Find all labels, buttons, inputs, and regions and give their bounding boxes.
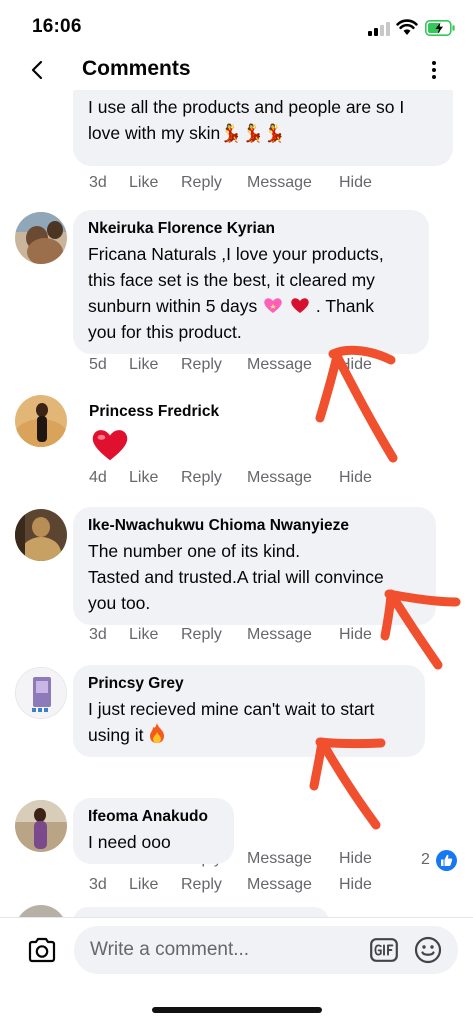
comment-item-partial [0, 905, 473, 917]
comment-item: I use all the products and people are so… [0, 90, 473, 200]
red-heart-emoji [291, 298, 309, 313]
comment-input-wrapper[interactable] [74, 926, 458, 974]
large-red-heart-emoji [92, 430, 128, 461]
like-button[interactable]: Like [129, 469, 158, 487]
status-time: 16:06 [32, 16, 82, 37]
hide-button[interactable]: Hide [339, 469, 372, 487]
comment-time: 3d [89, 876, 107, 893]
like-button[interactable]: Like [129, 356, 158, 374]
comment-time: 5d [89, 356, 107, 373]
comment-bubble-plain: Princess Fredrick [73, 393, 233, 473]
avatar-photo [15, 800, 67, 852]
hide-button[interactable]: Hide [339, 876, 372, 894]
sparkling-heart-emoji [264, 298, 282, 313]
comment-time: 3d [89, 626, 107, 643]
avatar[interactable] [15, 212, 67, 264]
message-button[interactable]: Message [247, 626, 312, 644]
avatar[interactable] [15, 395, 67, 447]
comment-bubble: Ifeoma Anakudo I need ooo [73, 798, 234, 864]
reply-button[interactable]: Reply [181, 469, 222, 487]
page-title: Comments [82, 57, 191, 80]
message-button[interactable]: Message [247, 469, 312, 487]
like-button[interactable]: Like [129, 626, 158, 644]
comment-author[interactable]: Princess Fredrick [89, 402, 219, 422]
reply-button[interactable]: Reply [181, 626, 222, 644]
comments-list[interactable]: I use all the products and people are so… [0, 90, 473, 917]
more-options-icon[interactable] [424, 58, 444, 82]
avatar-photo [15, 905, 67, 917]
comment-text: Fricana Naturals ,I love your products, … [88, 241, 415, 345]
comment-item: Princsy Grey I just recieved mine can't … [0, 665, 473, 871]
reply-button[interactable]: Reply [181, 356, 222, 374]
comment-text: I just recieved mine can't wait to start… [88, 696, 411, 748]
battery-charging-icon [425, 20, 455, 36]
comment-bubble [73, 907, 329, 917]
hide-button[interactable]: Hide [339, 356, 372, 374]
comment-time: 3d [89, 174, 107, 191]
avatar-photo [16, 668, 66, 718]
comment-item: Ifeoma Anakudo I need ooo 3d Like Reply … [0, 798, 473, 898]
comment-item: Nkeiruka Florence Kyrian Fricana Natural… [0, 210, 473, 380]
comment-time: 4d [89, 469, 107, 486]
wifi-icon [396, 19, 418, 35]
avatar-photo [15, 395, 67, 447]
like-button[interactable]: Like [129, 174, 158, 192]
comment-author[interactable]: Princsy Grey [88, 674, 411, 694]
comment-text: The number one of its kind. Tasted and t… [88, 541, 384, 613]
hide-button[interactable]: Hide [339, 174, 372, 192]
app-header: Comments [0, 50, 473, 90]
avatar[interactable] [15, 509, 67, 561]
status-bar: 16:06 [0, 0, 473, 50]
camera-icon[interactable] [27, 936, 57, 964]
avatar[interactable] [15, 667, 67, 719]
comment-text: I use all the products and people are so… [88, 97, 405, 143]
comment-author[interactable]: Nkeiruka Florence Kyrian [88, 219, 415, 239]
avatar[interactable] [15, 905, 67, 917]
cellular-signal-icon [368, 22, 390, 36]
comment-author[interactable]: Ike-Nwachukwu Chioma Nwanyieze [88, 516, 422, 536]
comment-bubble: Princsy Grey I just recieved mine can't … [73, 665, 425, 757]
comment-item: Princess Fredrick 4d Like Reply Message … [0, 393, 473, 493]
comment-bubble: Nkeiruka Florence Kyrian Fricana Natural… [73, 210, 429, 354]
message-button[interactable]: Message [247, 876, 312, 894]
message-button[interactable]: Message [247, 356, 312, 374]
home-indicator [152, 1007, 322, 1013]
comment-bubble: Ike-Nwachukwu Chioma Nwanyieze The numbe… [73, 507, 436, 625]
comment-text: I need ooo [88, 832, 171, 852]
avatar[interactable] [15, 800, 67, 852]
avatar-photo [15, 212, 67, 264]
message-button[interactable]: Message [247, 174, 312, 192]
hide-button[interactable]: Hide [339, 626, 372, 644]
back-arrow-icon[interactable] [28, 58, 48, 82]
comment-text-main: I just recieved mine can't wait to start… [88, 699, 375, 745]
avatar-photo [15, 509, 67, 561]
reply-button[interactable]: Reply [181, 876, 222, 894]
comment-author[interactable]: Ifeoma Anakudo [88, 807, 220, 827]
like-button[interactable]: Like [129, 876, 158, 894]
fire-emoji [150, 723, 165, 743]
comment-composer [0, 917, 473, 987]
gif-icon[interactable] [370, 938, 398, 962]
comment-item: Ike-Nwachukwu Chioma Nwanyieze The numbe… [0, 507, 473, 655]
comment-input[interactable] [90, 926, 360, 974]
emoji-icon[interactable] [414, 936, 442, 964]
reply-button[interactable]: Reply [181, 174, 222, 192]
comment-bubble: I use all the products and people are so… [73, 90, 453, 166]
